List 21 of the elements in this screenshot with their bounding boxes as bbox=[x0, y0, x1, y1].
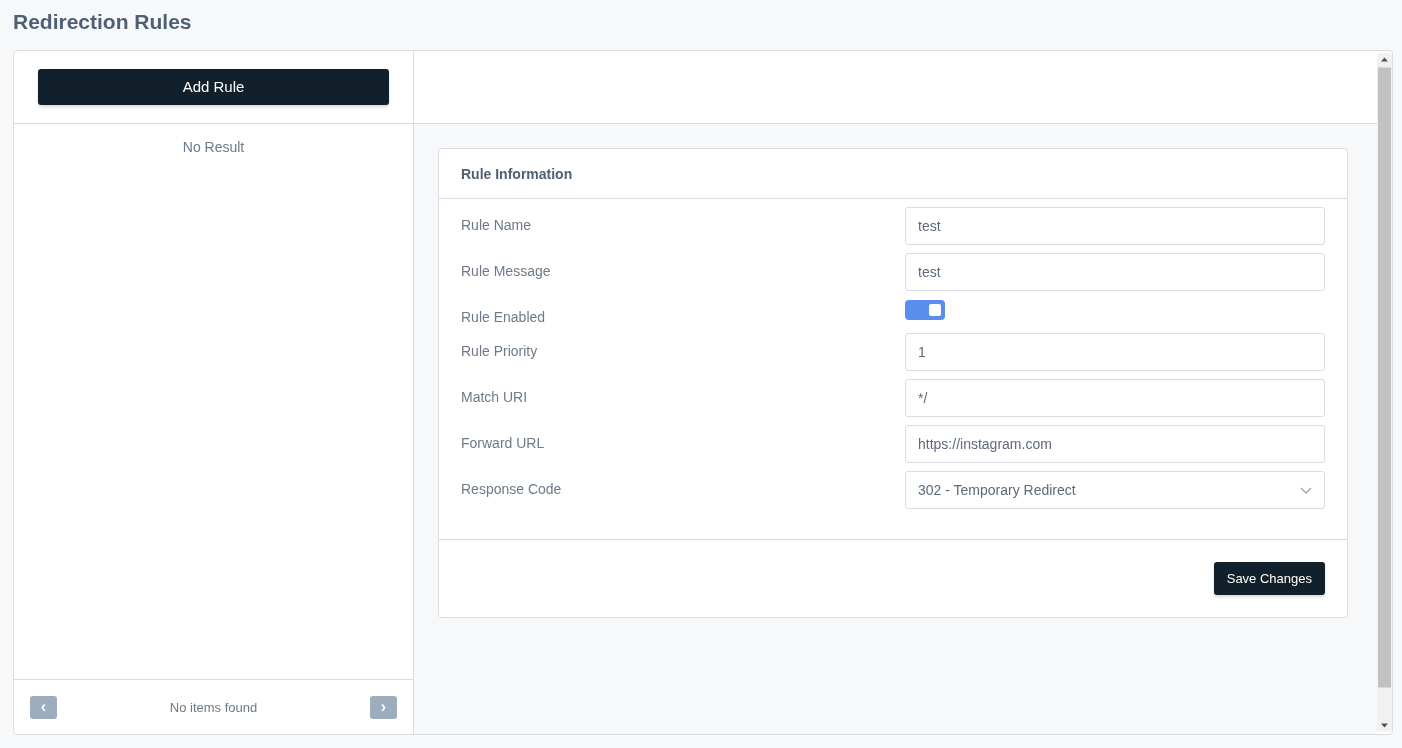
field-label: Rule Message bbox=[461, 262, 551, 279]
toggle-switch[interactable] bbox=[905, 300, 945, 320]
card-title: Rule Information bbox=[461, 165, 573, 182]
save-changes-button[interactable]: Save Changes bbox=[1213, 562, 1325, 595]
field-label: Response Code bbox=[461, 480, 562, 497]
add-rule-button[interactable]: Add Rule bbox=[38, 68, 389, 105]
input-field[interactable]: */ bbox=[905, 379, 1325, 417]
field-label: Match URI bbox=[461, 388, 528, 405]
page-title: Redirection Rules bbox=[13, 9, 192, 35]
field-label: Rule Priority bbox=[461, 342, 538, 359]
input-field[interactable]: test bbox=[905, 253, 1325, 291]
input-field[interactable]: 1 bbox=[905, 333, 1325, 371]
input-field[interactable]: https://instagram.com bbox=[905, 425, 1325, 463]
chevron-down-icon bbox=[1300, 486, 1312, 494]
input-field[interactable]: test bbox=[905, 207, 1325, 245]
empty-message: No Result bbox=[182, 139, 245, 155]
field-label: Rule Name bbox=[461, 216, 532, 233]
field-label: Rule Enabled bbox=[461, 308, 546, 325]
field-label: Forward URL bbox=[461, 434, 545, 451]
pager-status: No items found bbox=[169, 699, 258, 715]
select-field[interactable]: 302 - Temporary Redirect bbox=[905, 471, 1325, 509]
